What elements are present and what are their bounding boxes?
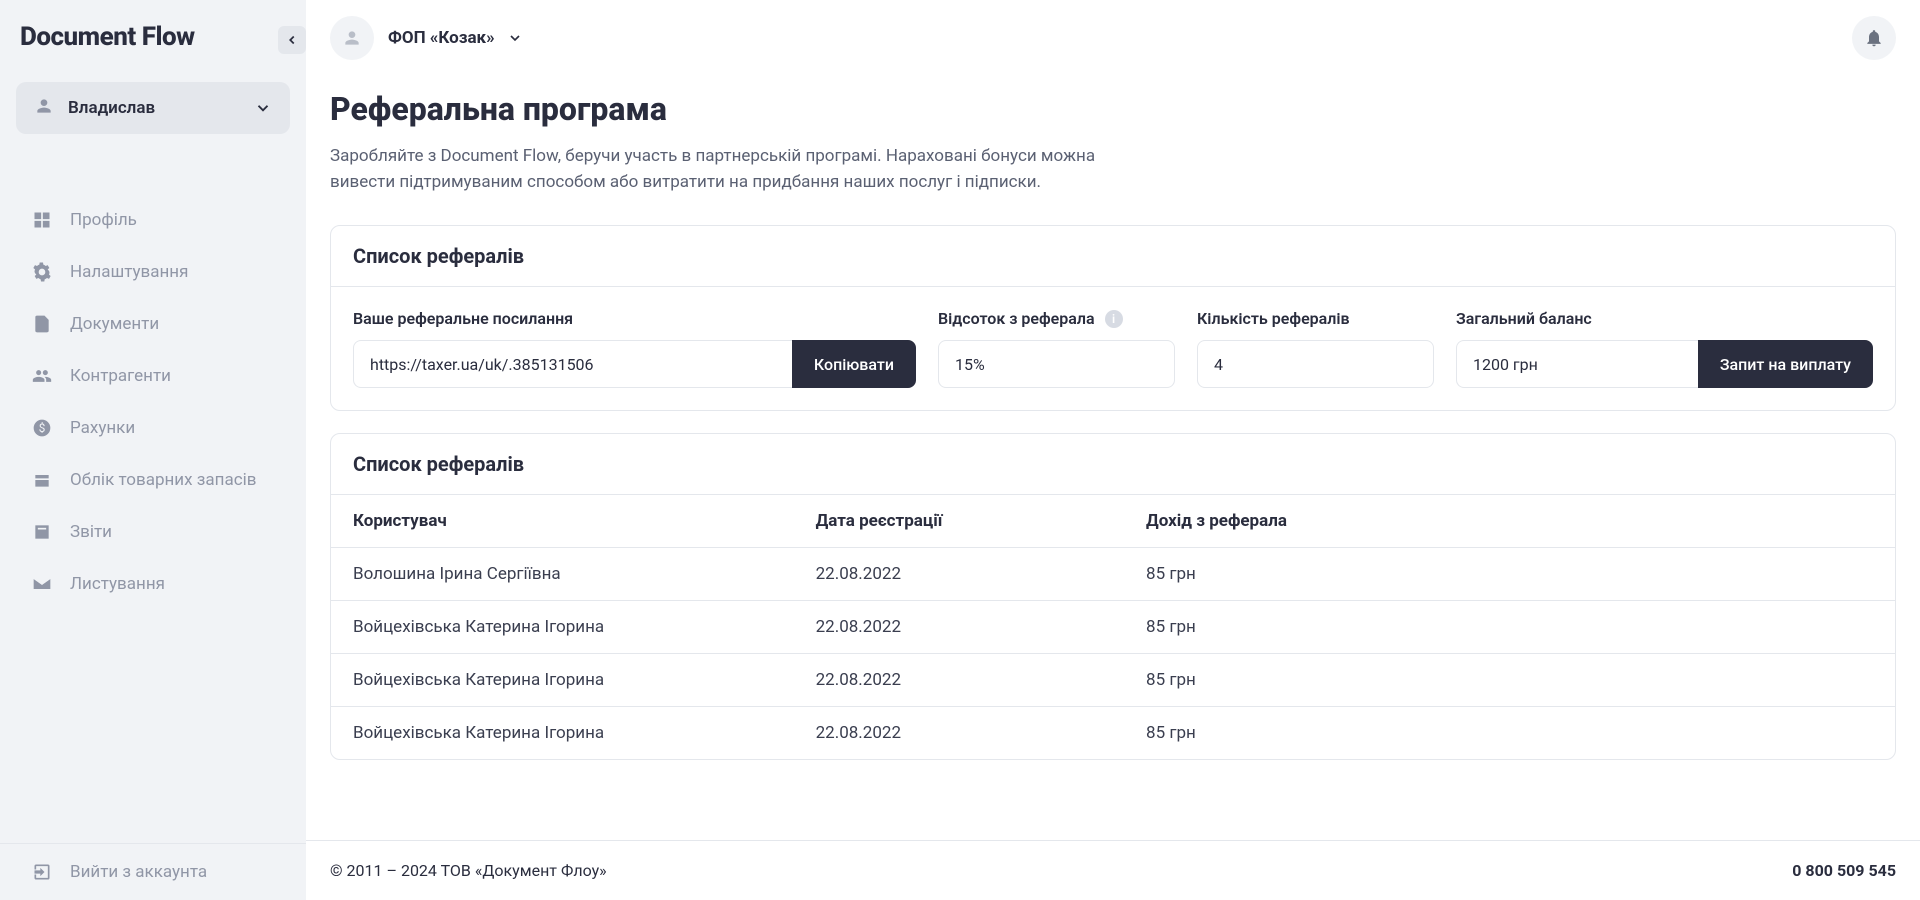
bell-icon bbox=[1864, 28, 1884, 48]
nav-item-contractors[interactable]: Контрагенти bbox=[0, 350, 306, 402]
cell-income: 85 грн bbox=[1146, 617, 1873, 637]
nav-label: Звіти bbox=[70, 522, 112, 542]
stat-label: Кількість рефералів bbox=[1197, 309, 1434, 328]
count-input bbox=[1197, 340, 1434, 388]
org-selector[interactable]: ФОП «Козак» bbox=[388, 28, 523, 48]
topbar: ФОП «Козак» bbox=[306, 0, 1920, 76]
sidebar-nav: Профіль Налаштування Документи Контраген… bbox=[0, 154, 306, 843]
nav-item-mail[interactable]: Листування bbox=[0, 558, 306, 610]
referrals-table-panel: Список рефералів Користувач Дата реєстра… bbox=[330, 433, 1896, 760]
store-icon bbox=[32, 470, 52, 490]
cell-date: 22.08.2022 bbox=[816, 670, 1146, 690]
copy-button[interactable]: Копіювати bbox=[792, 340, 916, 388]
cell-user: Волошина Ірина Сергіївна bbox=[353, 564, 816, 584]
logout-icon bbox=[32, 862, 52, 882]
table-row: Войцехівська Катерина Ігорина22.08.20228… bbox=[331, 601, 1895, 654]
dollar-icon: $ bbox=[32, 418, 52, 438]
content: Реферальна програма Заробляйте з Documen… bbox=[306, 76, 1920, 840]
user-profile-card[interactable]: Владислав bbox=[16, 82, 290, 134]
cell-date: 22.08.2022 bbox=[816, 617, 1146, 637]
sidebar: Document Flow Владислав Профіль Налаштув… bbox=[0, 0, 306, 900]
nav-item-reports[interactable]: Звіти bbox=[0, 506, 306, 558]
report-icon bbox=[32, 522, 52, 542]
nav-item-inventory[interactable]: Облік товарних запасів bbox=[0, 454, 306, 506]
svg-text:$: $ bbox=[39, 421, 46, 435]
nav-item-documents[interactable]: Документи bbox=[0, 298, 306, 350]
nav-label: Рахунки bbox=[70, 418, 135, 438]
chevron-down-icon bbox=[254, 99, 272, 117]
panel-title: Список рефералів bbox=[331, 226, 1895, 287]
cell-user: Войцехівська Катерина Ігорина bbox=[353, 723, 816, 743]
sidebar-header: Document Flow bbox=[0, 0, 306, 70]
chevron-left-icon bbox=[285, 33, 299, 47]
people-icon bbox=[32, 366, 52, 386]
col-user: Користувач bbox=[353, 511, 816, 531]
chevron-down-icon bbox=[507, 30, 523, 46]
org-avatar bbox=[330, 16, 374, 60]
main: ФОП «Козак» Реферальна програма Заробляй… bbox=[306, 0, 1920, 900]
stat-count: Кількість рефералів bbox=[1197, 309, 1434, 388]
sidebar-collapse-button[interactable] bbox=[278, 26, 306, 54]
payout-request-button[interactable]: Запит на виплату bbox=[1698, 340, 1873, 388]
stat-label: Ваше реферальне посилання bbox=[353, 309, 916, 328]
footer: © 2011 – 2024 ТОВ «Документ Флоу» 0 800 … bbox=[306, 840, 1920, 900]
balance-input bbox=[1456, 340, 1698, 388]
logout-button[interactable]: Вийти з аккаунта bbox=[32, 862, 274, 882]
table-row: Войцехівська Катерина Ігорина22.08.20228… bbox=[331, 654, 1895, 707]
user-icon bbox=[34, 96, 54, 120]
user-name: Владислав bbox=[68, 98, 240, 118]
nav-label: Облік товарних запасів bbox=[70, 470, 256, 490]
col-income: Дохід з реферала bbox=[1146, 511, 1873, 531]
nav-label: Профіль bbox=[70, 210, 137, 230]
nav-item-settings[interactable]: Налаштування bbox=[0, 246, 306, 298]
panel-title: Список рефералів bbox=[331, 434, 1895, 495]
sidebar-footer: Вийти з аккаунта bbox=[0, 843, 306, 900]
user-icon bbox=[342, 28, 362, 48]
org-name: ФОП «Козак» bbox=[388, 28, 495, 48]
copyright: © 2011 – 2024 ТОВ «Документ Флоу» bbox=[330, 861, 607, 880]
percentage-input bbox=[938, 340, 1175, 388]
info-icon[interactable]: i bbox=[1105, 310, 1123, 328]
cell-date: 22.08.2022 bbox=[816, 723, 1146, 743]
nav-label: Контрагенти bbox=[70, 366, 171, 386]
table-row: Войцехівська Катерина Ігорина22.08.20228… bbox=[331, 707, 1895, 759]
nav-item-profile[interactable]: Профіль bbox=[0, 194, 306, 246]
stat-referral-link: Ваше реферальне посилання Копіювати bbox=[353, 309, 916, 388]
mail-icon bbox=[32, 574, 52, 594]
page-title: Реферальна програма bbox=[330, 90, 1896, 128]
notifications-button[interactable] bbox=[1852, 16, 1896, 60]
stat-label: Відсоток з реферала i bbox=[938, 309, 1175, 328]
cell-user: Войцехівська Катерина Ігорина bbox=[353, 670, 816, 690]
app-logo: Document Flow bbox=[20, 22, 195, 52]
grid-icon bbox=[32, 210, 52, 230]
table-row: Волошина Ірина Сергіївна22.08.202285 грн bbox=[331, 548, 1895, 601]
stat-balance: Загальний баланс Запит на виплату bbox=[1456, 309, 1873, 388]
nav-label: Налаштування bbox=[70, 262, 188, 282]
col-date: Дата реєстрації bbox=[816, 511, 1146, 531]
cell-income: 85 грн bbox=[1146, 564, 1873, 584]
referral-link-input[interactable] bbox=[353, 340, 792, 388]
nav-label: Документи bbox=[70, 314, 159, 334]
referrals-table: Користувач Дата реєстрації Дохід з рефер… bbox=[331, 495, 1895, 759]
gear-icon bbox=[32, 262, 52, 282]
page-intro: Заробляйте з Document Flow, беручи участ… bbox=[330, 144, 1160, 195]
stat-label: Загальний баланс bbox=[1456, 309, 1873, 328]
table-header: Користувач Дата реєстрації Дохід з рефер… bbox=[331, 495, 1895, 548]
doc-icon bbox=[32, 314, 52, 334]
cell-income: 85 грн bbox=[1146, 670, 1873, 690]
stat-percentage: Відсоток з реферала i bbox=[938, 309, 1175, 388]
support-phone: 0 800 509 545 bbox=[1792, 861, 1896, 880]
cell-date: 22.08.2022 bbox=[816, 564, 1146, 584]
referral-stats-panel: Список рефералів Ваше реферальне посилан… bbox=[330, 225, 1896, 411]
cell-user: Войцехівська Катерина Ігорина bbox=[353, 617, 816, 637]
nav-label: Листування bbox=[70, 574, 165, 594]
logout-label: Вийти з аккаунта bbox=[70, 862, 207, 882]
cell-income: 85 грн bbox=[1146, 723, 1873, 743]
nav-item-accounts[interactable]: $ Рахунки bbox=[0, 402, 306, 454]
